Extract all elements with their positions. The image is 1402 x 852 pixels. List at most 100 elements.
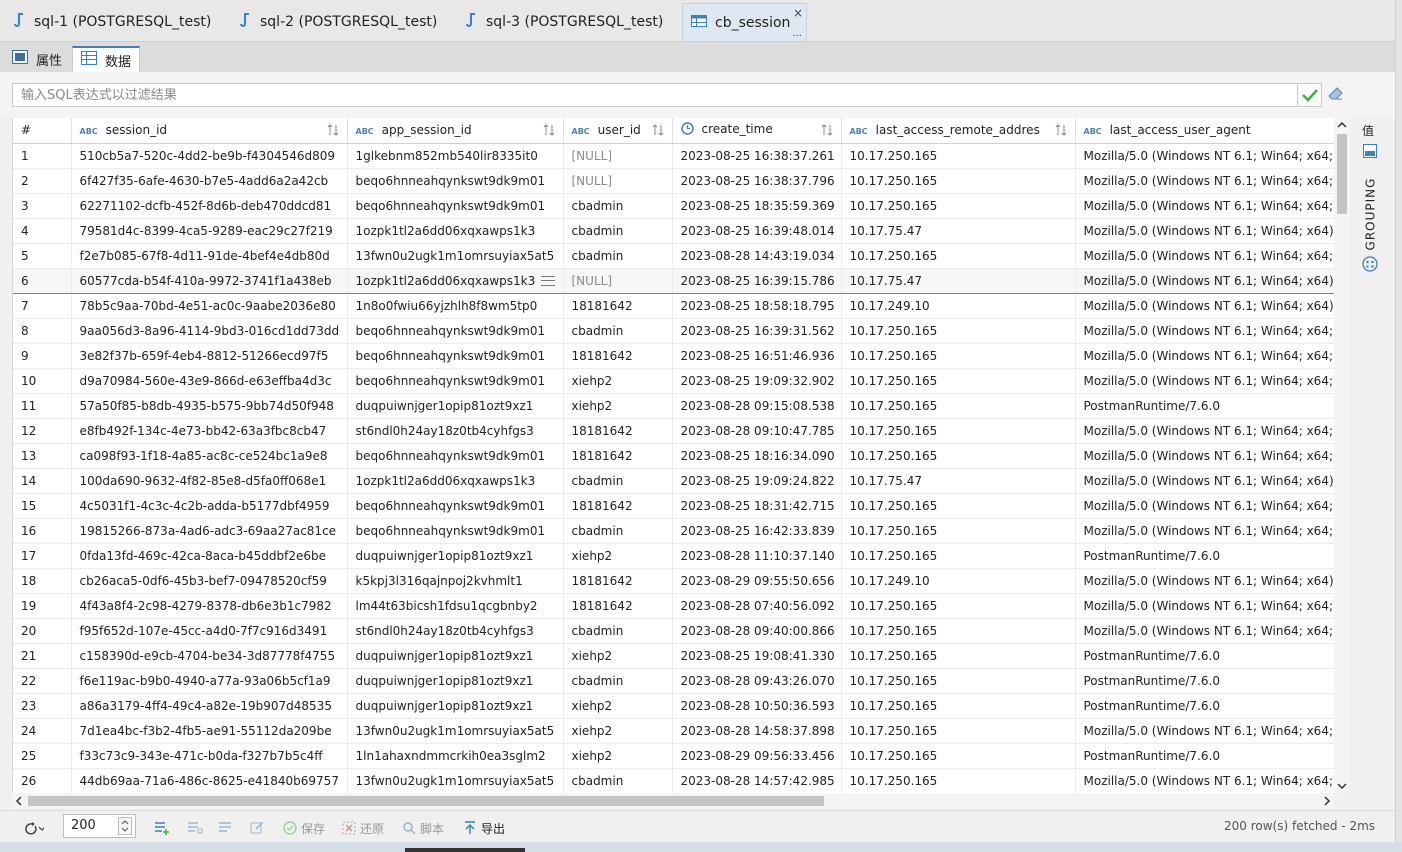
column-header-user-id[interactable]: ABC user_id [563,118,673,144]
remote-address-cell[interactable]: 10.17.75.47 [841,468,1076,494]
close-icon[interactable]: × [793,6,803,20]
user-agent-cell[interactable]: Mozilla/5.0 (Windows NT 6.1; Win64; x64)… [1075,218,1334,244]
app-session-id-cell[interactable]: beqo6hnneahqynkswt9dk9m01 [347,168,564,194]
grouping-panel-toggle[interactable]: GROUPING [1358,174,1382,254]
create-time-cell[interactable]: 2023-08-25 16:38:37.796 [672,168,842,194]
remote-address-cell[interactable]: 10.17.250.165 [841,343,1076,369]
scroll-up-icon[interactable] [1337,121,1347,129]
remote-address-cell[interactable]: 10.17.249.10 [841,568,1076,594]
create-time-cell[interactable]: 2023-08-28 14:57:42.985 [672,768,842,793]
remote-address-cell[interactable]: 10.17.249.10 [841,293,1076,319]
user-id-cell[interactable]: cbadmin [563,243,673,269]
tab-data[interactable]: 数据 [72,46,140,72]
app-session-id-cell[interactable]: beqo6hnneahqynkswt9dk9m01 [347,343,564,369]
filter-input[interactable] [12,83,1298,107]
remote-address-cell[interactable]: 10.17.250.165 [841,493,1076,519]
session-id-cell[interactable]: 60577cda-b54f-410a-9972-3741f1a438eb [71,268,348,294]
create-time-cell[interactable]: 2023-08-28 09:10:47.785 [672,418,842,444]
add-row-button[interactable] [154,818,174,838]
table-row[interactable]: 6 60577cda-b54f-410a-9972-3741f1a438eb 1oz… [13,268,1334,294]
column-header-create-time[interactable]: create_time [672,118,842,144]
create-time-cell[interactable]: 2023-08-28 14:58:37.898 [672,718,842,744]
user-agent-cell[interactable]: Mozilla/5.0 (Windows NT 6.1; Win64; x64;… [1075,318,1334,344]
table-row[interactable]: 23 a86a3179-4ff4-49c4-a82e-19b907d48535 du… [13,693,1334,719]
table-row[interactable]: 19 4f43a8f4-2c98-4279-8378-db6e3b1c7982 lm… [13,593,1334,619]
user-id-cell[interactable]: xiehp2 [563,543,673,569]
revert-button[interactable]: 还原 [342,818,384,838]
table-row[interactable]: 5 f2e7b085-67f8-4d11-91de-4bef4e4db80d 13f… [13,243,1334,269]
scroll-left-icon[interactable] [15,796,23,806]
table-row[interactable]: 3 62271102-dcfb-452f-8d6b-deb470ddcd81 beq… [13,193,1334,219]
table-row[interactable]: 24 7d1ea4bc-f3b2-4fb5-ae91-55112da209be 13… [13,718,1334,744]
create-time-cell[interactable]: 2023-08-25 16:39:15.786 [672,268,842,294]
delete-row-button[interactable] [218,818,238,838]
session-id-cell[interactable]: 57a50f85-b8db-4935-b575-9bb74d50f948 [71,393,348,419]
table-row[interactable]: 1 510cb5a7-520c-4dd2-be9b-f4304546d809 1gl… [13,143,1334,169]
user-agent-cell[interactable]: Mozilla/5.0 (Windows NT 6.1; Win64; x64)… [1075,468,1334,494]
session-id-cell[interactable]: ca098f93-1f18-4a85-ac8c-ce524bc1a9e8 [71,443,348,469]
create-time-cell[interactable]: 2023-08-29 09:56:33.456 [672,743,842,769]
remote-address-cell[interactable]: 10.17.250.165 [841,318,1076,344]
row-number-cell[interactable]: 9 [13,343,72,369]
sort-icon[interactable] [821,123,833,140]
user-agent-cell[interactable]: Mozilla/5.0 (Windows NT 6.1; Win64; x64;… [1075,343,1334,369]
session-id-cell[interactable]: f6e119ac-b9b0-4940-a77a-93a06b5cf1a9 [71,668,348,694]
row-number-cell[interactable]: 6 [13,268,72,294]
remote-address-cell[interactable]: 10.17.250.165 [841,668,1076,694]
tab-cb-session[interactable]: cb_session × ... [682,3,807,41]
tab-sql-1[interactable]: sql-1 (POSTGRESQL_test) [14,3,211,41]
session-id-cell[interactable]: 510cb5a7-520c-4dd2-be9b-f4304546d809 [71,143,348,169]
clear-filter-button[interactable] [1328,86,1346,104]
value-panel-toggle[interactable]: 值 [1362,122,1374,139]
row-number-cell[interactable]: 12 [13,418,72,444]
session-id-cell[interactable]: 62271102-dcfb-452f-8d6b-deb470ddcd81 [71,193,348,219]
session-id-cell[interactable]: e8fb492f-134c-4e73-bb42-63a3fbc8cb47 [71,418,348,444]
user-agent-cell[interactable]: PostmanRuntime/7.6.0 [1075,393,1334,419]
app-session-id-cell[interactable]: beqo6hnneahqynkswt9dk9m01 [347,368,564,394]
table-row[interactable]: 2 6f427f35-6afe-4630-b7e5-4add6a2a42cb beq… [13,168,1334,194]
user-agent-cell[interactable]: Mozilla/5.0 (Windows NT 6.1; Win64; x64;… [1075,243,1334,269]
row-number-cell[interactable]: 23 [13,693,72,719]
session-id-cell[interactable]: a86a3179-4ff4-49c4-a82e-19b907d48535 [71,693,348,719]
table-row[interactable]: 18 cb26aca5-0df6-45b3-bef7-09478520cf59 k5… [13,568,1334,594]
remote-address-cell[interactable]: 10.17.250.165 [841,368,1076,394]
app-session-id-cell[interactable]: 1ozpk1tl2a6dd06xqxawps1k3 [347,218,564,244]
user-id-cell[interactable]: 18181642 [563,443,673,469]
remote-address-cell[interactable]: 10.17.250.165 [841,168,1076,194]
table-row[interactable]: 16 19815266-873a-4ad6-adc3-69aa27ac81ce be… [13,518,1334,544]
app-session-id-cell[interactable]: 1ozpk1tl2a6dd06xqxawps1k3 [347,268,564,294]
column-header-app-session-id[interactable]: ABC app_session_id [347,118,564,144]
app-session-id-cell[interactable]: duqpuiwnjger1opip81ozt9xz1 [347,693,564,719]
user-agent-cell[interactable]: Mozilla/5.0 (Windows NT 6.1; Win64; x64;… [1075,518,1334,544]
session-id-cell[interactable]: 79581d4c-8399-4ca5-9289-eac29c27f219 [71,218,348,244]
remote-address-cell[interactable]: 10.17.250.165 [841,443,1076,469]
user-id-cell[interactable]: 18181642 [563,568,673,594]
remote-address-cell[interactable]: 10.17.250.165 [841,418,1076,444]
create-time-cell[interactable]: 2023-08-25 18:35:59.369 [672,193,842,219]
app-session-id-cell[interactable]: 1ozpk1tl2a6dd06xqxawps1k3 [347,468,564,494]
app-session-id-cell[interactable]: 13fwn0u2ugk1m1omrsuyiax5at5 [347,243,564,269]
user-id-cell[interactable]: xiehp2 [563,368,673,394]
duplicate-row-button[interactable] [187,818,207,838]
user-agent-cell[interactable]: Mozilla/5.0 (Windows NT 6.1; Win64; x64)… [1075,293,1334,319]
app-session-id-cell[interactable]: st6ndl0h24ay18z0tb4cyhfgs3 [347,618,564,644]
create-time-cell[interactable]: 2023-08-25 19:09:32.902 [672,368,842,394]
edit-row-button[interactable] [250,818,270,838]
user-agent-cell[interactable]: Mozilla/5.0 (Windows NT 6.1; Win64; x64;… [1075,443,1334,469]
app-session-id-cell[interactable]: 1n8o0fwiu66yjzhlh8f8wm5tp0 [347,293,564,319]
user-id-cell[interactable]: xiehp2 [563,643,673,669]
remote-address-cell[interactable]: 10.17.250.165 [841,543,1076,569]
table-row[interactable]: 22 f6e119ac-b9b0-4940-a77a-93a06b5cf1a9 du… [13,668,1334,694]
user-id-cell[interactable]: 18181642 [563,293,673,319]
remote-address-cell[interactable]: 10.17.250.165 [841,393,1076,419]
app-session-id-cell[interactable]: beqo6hnneahqynkswt9dk9m01 [347,443,564,469]
panel-icon[interactable] [1363,144,1377,161]
app-session-id-cell[interactable]: beqo6hnneahqynkswt9dk9m01 [347,518,564,544]
save-button[interactable]: 保存 [283,818,325,838]
app-session-id-cell[interactable]: duqpuiwnjger1opip81ozt9xz1 [347,643,564,669]
app-session-id-cell[interactable]: duqpuiwnjger1opip81ozt9xz1 [347,543,564,569]
create-time-cell[interactable]: 2023-08-29 09:55:50.656 [672,568,842,594]
user-id-cell[interactable]: 18181642 [563,593,673,619]
user-id-cell[interactable]: xiehp2 [563,393,673,419]
session-id-cell[interactable]: 78b5c9aa-70bd-4e51-ac0c-9aabe2036e80 [71,293,348,319]
